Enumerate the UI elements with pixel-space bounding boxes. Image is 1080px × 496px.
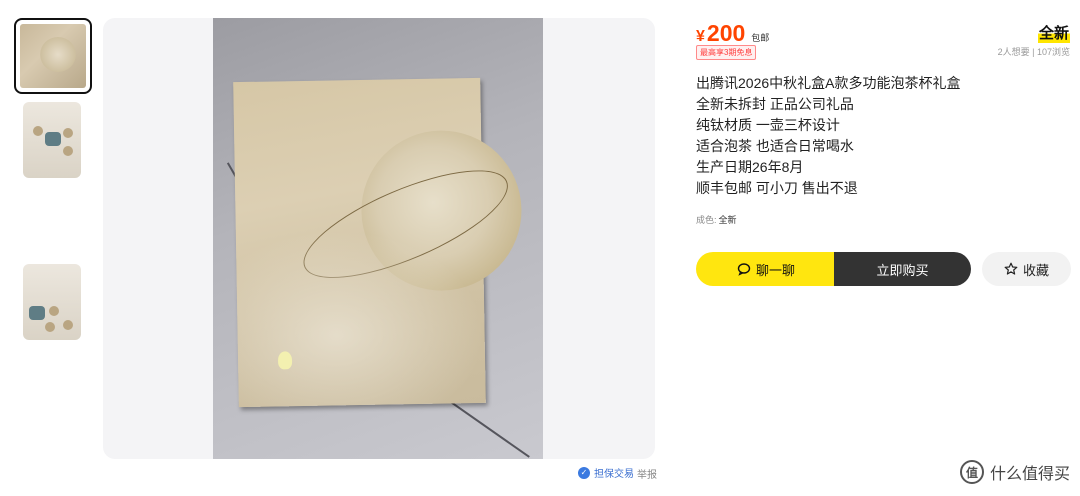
chat-button[interactable]: 聊一聊	[696, 252, 836, 286]
report-link[interactable]: 举报	[637, 466, 657, 481]
cup-shape	[63, 320, 73, 330]
favorite-label: 收藏	[1022, 262, 1049, 278]
description-line: 全新未拆封 正品公司礼品	[696, 96, 854, 112]
thumbnail-gift-box[interactable]	[14, 18, 92, 94]
condition-value: 全新	[718, 215, 737, 225]
guarantee-label: 担保交易	[594, 469, 634, 480]
cup-shape	[45, 322, 55, 332]
shipping-label: 包邮	[751, 33, 770, 43]
description-line: 纯钛材质 一壶三杯设计	[696, 117, 840, 133]
main-image-frame[interactable]	[103, 18, 655, 459]
description-line: 生产日期26年8月	[696, 159, 804, 175]
watermark-logo: 值	[959, 460, 984, 484]
buy-now-button[interactable]: 立即购买	[834, 252, 971, 286]
thumbnail-strip	[14, 18, 94, 340]
description-line: 适合泡茶 也适合日常喝水	[696, 138, 854, 154]
shield-icon: ✓	[578, 466, 590, 479]
star-icon	[1004, 262, 1018, 276]
thumbnail-tea-set-display[interactable]	[23, 264, 81, 340]
chat-label: 聊一聊	[755, 262, 795, 278]
installment-promo-badge[interactable]: 最高享3期免息	[696, 45, 757, 60]
price: 200	[706, 20, 746, 46]
thumbnail-image	[20, 24, 86, 88]
cup-shape	[63, 128, 73, 138]
product-photo	[213, 18, 543, 459]
product-description: 出腾讯2026中秋礼盒A款多功能泡茶杯礼盒 全新未拆封 正品公司礼品 纯钛材质 …	[696, 73, 960, 199]
guarantee-link[interactable]: ✓ 担保交易	[578, 465, 634, 480]
condition-meta: 成色: 全新	[696, 213, 737, 226]
description-line: 顺丰包邮 可小刀 售出不退	[696, 180, 858, 196]
cup-shape	[63, 146, 73, 156]
price-row: ¥ 200 包邮	[696, 20, 769, 47]
cloud-pattern	[235, 227, 486, 408]
favorite-button[interactable]: 收藏	[982, 252, 1071, 286]
gift-box	[233, 77, 523, 408]
chat-bubble-icon	[737, 262, 751, 276]
sticker	[277, 351, 293, 370]
teapot-shape	[29, 306, 45, 320]
condition-label: 成色:	[696, 215, 717, 225]
watermark-text: 什么值得买	[989, 466, 1070, 483]
thumbnail-tea-set-open[interactable]	[23, 102, 81, 178]
teapot-shape	[45, 132, 61, 146]
description-line: 出腾讯2026中秋礼盒A款多功能泡茶杯礼盒	[696, 75, 961, 91]
cup-shape	[33, 126, 43, 136]
condition-badge: 全新	[1037, 22, 1070, 43]
watermark: 值 什么值得买	[959, 460, 1070, 484]
currency-symbol: ¥	[696, 28, 705, 45]
interest-stats: 2人想要 | 107浏览	[997, 47, 1070, 57]
cup-shape	[49, 306, 59, 316]
